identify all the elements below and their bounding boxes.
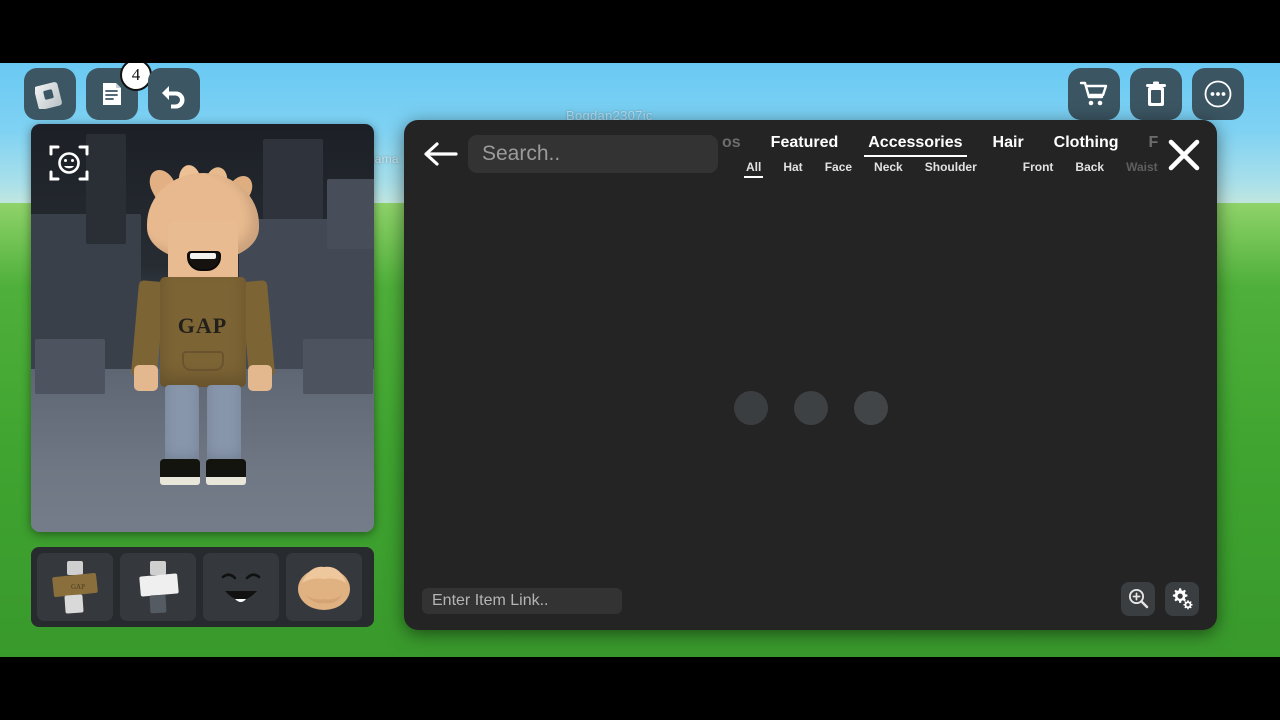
nametag-partial: tama xyxy=(371,152,399,166)
screen: Bogdan2307ic tama 4 GAP GAP Search.. os … xyxy=(0,0,1280,720)
letterbox-bottom xyxy=(0,657,1280,720)
inventory-button[interactable]: 4 xyxy=(86,59,152,120)
avatar-shoe-right xyxy=(205,459,246,485)
avatar-leg-right xyxy=(206,385,241,465)
left-arrow-icon xyxy=(422,142,460,172)
close-x-icon xyxy=(1167,139,1201,176)
item-link-input[interactable] xyxy=(422,588,622,614)
thumb-blonde-hair[interactable] xyxy=(286,553,362,621)
subtab-hat[interactable]: Hat xyxy=(783,160,802,177)
catalog-tabs-region: os Featured Accessories Hair Clothing F … xyxy=(722,120,1217,186)
subtab-shoulder[interactable]: Shoulder xyxy=(925,160,977,177)
catalog-header: os Featured Accessories Hair Clothing F … xyxy=(404,120,1217,186)
avatar-teeth xyxy=(189,253,216,259)
avatar-pocket xyxy=(181,351,224,371)
tab-bundles[interactable]: os xyxy=(722,134,741,156)
search-input[interactable] xyxy=(468,135,718,173)
roblox-logo-button[interactable] xyxy=(24,68,76,120)
letterbox-top xyxy=(0,0,1280,63)
subtab-back[interactable]: Back xyxy=(1075,160,1104,177)
loading-dot xyxy=(853,391,888,425)
trash-can-icon xyxy=(1142,80,1170,108)
thumb-white-shirt[interactable] xyxy=(120,553,196,621)
thumb-face[interactable] xyxy=(203,553,279,621)
loading-indicator xyxy=(733,391,888,425)
catalog-panel: os Featured Accessories Hair Clothing F … xyxy=(404,120,1217,630)
tab-faces[interactable]: F xyxy=(1149,134,1159,156)
document-list-icon xyxy=(98,80,126,108)
avatar-hand-left xyxy=(133,365,158,391)
catalog-main-tabs: os Featured Accessories Hair Clothing F xyxy=(722,134,1159,157)
tab-accessories[interactable]: Accessories xyxy=(864,134,967,157)
avatar-character: GAP xyxy=(113,163,293,509)
subtab-waist[interactable]: Waist xyxy=(1126,160,1158,177)
gears-icon xyxy=(1170,586,1194,613)
equipped-items-strip: GAP xyxy=(31,547,374,627)
settings-button[interactable] xyxy=(1165,582,1199,616)
avatar-hand-right xyxy=(247,365,272,391)
avatar-shoe-left xyxy=(159,459,200,485)
svg-text:GAP: GAP xyxy=(71,583,85,591)
face-frame-icon xyxy=(47,145,91,189)
tab-featured[interactable]: Featured xyxy=(771,134,839,156)
avatar-preview-panel[interactable]: GAP xyxy=(31,124,374,532)
face-capture-button[interactable] xyxy=(47,141,91,185)
more-button[interactable] xyxy=(1192,68,1244,120)
back-button[interactable] xyxy=(422,140,460,168)
tab-hair[interactable]: Hair xyxy=(993,134,1024,156)
delete-button[interactable] xyxy=(1130,68,1182,120)
loading-dot xyxy=(733,391,768,425)
loading-dot xyxy=(793,391,828,425)
ellipsis-circle-icon xyxy=(1203,79,1233,109)
catalog-action-buttons xyxy=(1121,582,1199,616)
magnifier-plus-icon xyxy=(1127,587,1149,612)
undo-button[interactable] xyxy=(148,68,200,120)
shopping-cart-icon xyxy=(1079,79,1109,109)
roblox-logo-icon xyxy=(35,79,65,109)
catalog-results-area xyxy=(404,186,1217,630)
subtab-front[interactable]: Front xyxy=(1023,160,1054,177)
undo-arrow-icon xyxy=(159,79,189,109)
avatar-arm-right xyxy=(240,280,275,378)
toolbar-left: 4 xyxy=(24,59,200,120)
subtab-all[interactable]: All xyxy=(743,160,764,178)
avatar-torso: GAP xyxy=(159,277,246,387)
toolbar-right xyxy=(1068,68,1244,120)
thumb-brown-hoodie[interactable]: GAP xyxy=(37,553,113,621)
cart-button[interactable] xyxy=(1068,68,1120,120)
avatar-shirt-text: GAP xyxy=(177,313,228,338)
zoom-in-button[interactable] xyxy=(1121,582,1155,616)
tab-clothing[interactable]: Clothing xyxy=(1054,134,1119,156)
subtab-neck[interactable]: Neck xyxy=(874,160,903,177)
subtab-face[interactable]: Face xyxy=(825,160,852,177)
close-button[interactable] xyxy=(1167,138,1201,172)
catalog-sub-tabs: All Hat Face Neck Shoulder Front Back Wa… xyxy=(743,160,1158,178)
avatar-leg-left xyxy=(164,385,199,465)
